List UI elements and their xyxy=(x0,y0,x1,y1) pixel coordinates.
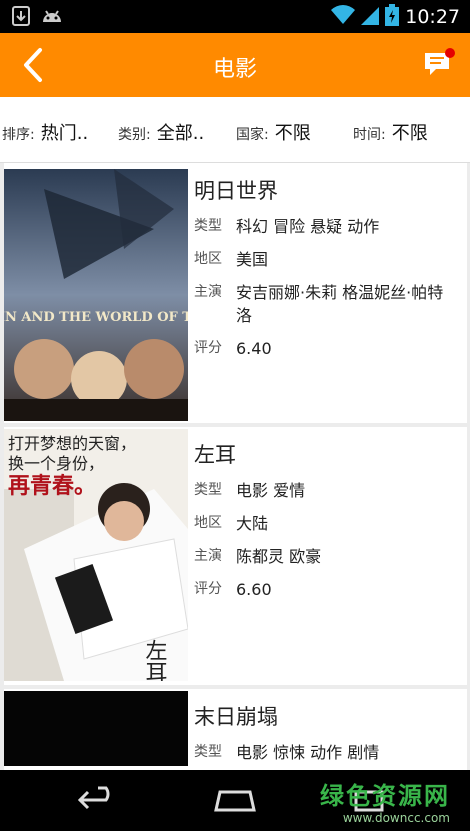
poster-tagline-2: 换一个身份， xyxy=(8,454,104,473)
rating-label: 评分 xyxy=(194,340,222,356)
movie-region: 美国 xyxy=(236,250,269,269)
battery-icon xyxy=(385,4,400,30)
filter-country[interactable]: 国家: 不限 xyxy=(236,119,311,145)
movie-poster: 打开梦想的天窗， 换一个身份， 再青春。 左耳 xyxy=(4,429,188,681)
type-label: 类型 xyxy=(194,744,222,760)
type-label: 类型 xyxy=(194,482,222,498)
filter-time-value: 不限 xyxy=(391,123,428,144)
filter-sort[interactable]: 排序: 热门.. xyxy=(2,119,88,145)
filter-country-label: 国家: xyxy=(236,127,269,143)
nav-home-button[interactable] xyxy=(212,784,258,820)
filter-category-label: 类别: xyxy=(118,127,151,143)
movie-list-item[interactable]: SKY CAPTAIN AND THE WORLD OF TOMORROW 明日… xyxy=(4,163,467,423)
movie-title: 末日崩塌 xyxy=(194,705,278,729)
filter-time[interactable]: 时间: 不限 xyxy=(353,119,428,145)
movie-rating: 6.60 xyxy=(236,580,272,599)
download-icon xyxy=(12,6,30,30)
status-clock: 10:27 xyxy=(405,6,460,28)
poster-title-text: SKY CAPTAIN AND THE WORLD OF TOMORROW xyxy=(4,310,188,325)
movie-cast: 陈都灵 欧豪 xyxy=(236,547,322,566)
poster-title-text: 左耳 xyxy=(142,639,168,681)
movie-rating: 6.40 xyxy=(236,339,272,358)
poster-tagline-1: 打开梦想的天窗， xyxy=(8,434,136,453)
filter-bar: 排序: 热门.. 类别: 全部.. 国家: 不限 时间: 不限 xyxy=(0,97,470,163)
filter-time-label: 时间: xyxy=(353,127,386,143)
nav-back-button[interactable] xyxy=(76,784,120,820)
movie-cast: 安吉丽娜·朱莉 格温妮丝·帕特洛 xyxy=(236,283,444,325)
filter-category[interactable]: 类别: 全部.. xyxy=(118,119,204,145)
filter-category-value: 全部.. xyxy=(156,123,205,144)
status-bar: 10:27 xyxy=(0,0,470,33)
watermark: 绿色资源网 www.downcc.com xyxy=(320,776,450,825)
movie-type: 电影 惊悚 动作 剧情 xyxy=(236,743,380,762)
message-button[interactable] xyxy=(422,47,456,81)
signal-icon xyxy=(361,5,380,29)
page-title: 电影 xyxy=(212,57,257,82)
app-bar: 电影 xyxy=(0,33,470,97)
region-label: 地区 xyxy=(194,515,222,531)
cast-label: 主演 xyxy=(194,284,222,300)
cast-label: 主演 xyxy=(194,548,222,564)
message-icon xyxy=(425,48,455,75)
movie-type: 电影 爱情 xyxy=(236,481,306,500)
movie-poster xyxy=(4,691,188,766)
type-label: 类型 xyxy=(194,218,222,234)
movie-poster: SKY CAPTAIN AND THE WORLD OF TOMORROW xyxy=(4,169,188,421)
movie-list-item[interactable]: 末日崩塌 类型 电影 惊悚 动作 剧情 xyxy=(4,689,467,770)
rating-label: 评分 xyxy=(194,581,222,597)
nav-back-icon xyxy=(77,786,110,810)
wifi-icon xyxy=(331,5,356,29)
filter-sort-value: 热门.. xyxy=(40,123,89,144)
watermark-url: www.downcc.com xyxy=(342,811,450,825)
movie-list-item[interactable]: 打开梦想的天窗， 换一个身份， 再青春。 左耳 左耳 类型 电影 爱情 地区 大陆 … xyxy=(4,427,467,685)
nav-home-icon xyxy=(214,790,256,812)
filter-sort-label: 排序: xyxy=(2,127,35,143)
filter-country-value: 不限 xyxy=(274,123,311,144)
watermark-text: 绿色资源网 xyxy=(320,782,450,810)
movie-title: 明日世界 xyxy=(194,179,278,203)
android-icon xyxy=(40,6,64,30)
movie-title: 左耳 xyxy=(194,443,236,467)
movie-region: 大陆 xyxy=(236,514,269,533)
region-label: 地区 xyxy=(194,251,222,267)
movie-type: 科幻 冒险 悬疑 动作 xyxy=(236,217,380,236)
poster-tagline-3: 再青春。 xyxy=(8,473,96,499)
